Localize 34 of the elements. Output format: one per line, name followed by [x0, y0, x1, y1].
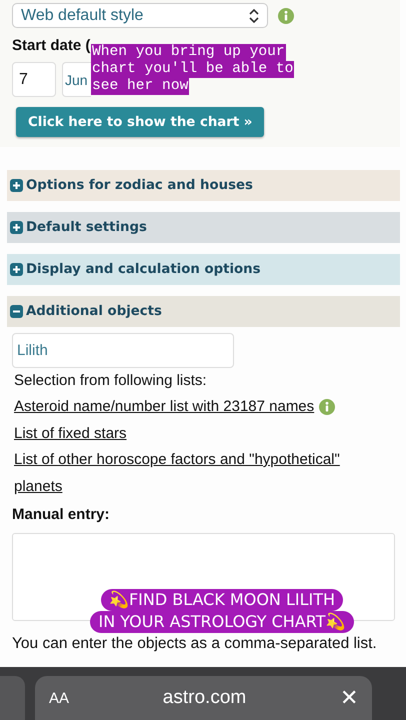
show-chart-button[interactable]: Click here to show the chart »	[16, 107, 264, 137]
info-icon[interactable]	[278, 8, 294, 24]
plus-icon	[10, 221, 23, 234]
list-link[interactable]: List of fixed stars	[14, 420, 354, 447]
info-icon[interactable]	[319, 399, 336, 416]
manual-entry-label: Manual entry:	[12, 506, 111, 523]
section-header[interactable]: Display and calculation options	[7, 254, 400, 285]
start-date-label: Start date (	[12, 37, 90, 54]
updown-icon	[249, 8, 259, 22]
caption-line: 💫FIND BLACK MOON LILITH	[100, 589, 344, 611]
address-bar[interactable]: AA astro.com ✕	[35, 676, 372, 720]
list-link[interactable]: Asteroid name/number list with 23187 names	[14, 394, 314, 420]
style-select[interactable]: Web default style	[12, 3, 268, 28]
section-title: Additional objects	[26, 304, 162, 319]
close-button[interactable]: ✕	[340, 685, 358, 711]
section-title: Options for zodiac and houses	[26, 178, 253, 193]
section-title: Display and calculation options	[26, 262, 261, 277]
day-field[interactable]: 7	[12, 62, 56, 97]
hint-text: You can enter the objects as a comma-separated list.	[12, 635, 378, 653]
caption-line: IN YOUR ASTROLOGY CHART💫	[90, 611, 354, 633]
section-header[interactable]: Default settings	[7, 212, 400, 243]
list-link[interactable]: List of other horoscope factors and "hypothetical" planets	[14, 447, 354, 500]
section-title: Default settings	[26, 220, 147, 235]
text-size-button[interactable]: AA	[49, 690, 70, 706]
section-header[interactable]: Additional objects	[7, 296, 400, 327]
plus-icon	[10, 263, 23, 276]
month-select[interactable]: Jun	[62, 62, 91, 97]
minus-icon	[10, 305, 23, 318]
plus-icon	[10, 179, 23, 192]
tab-edge[interactable]	[0, 676, 25, 720]
objects-field[interactable]: Lilith	[12, 333, 234, 368]
lists-label: Selection from following lists:	[14, 371, 207, 391]
section-header[interactable]: Options for zodiac and houses	[7, 170, 400, 201]
url-text: astro.com	[162, 687, 246, 709]
